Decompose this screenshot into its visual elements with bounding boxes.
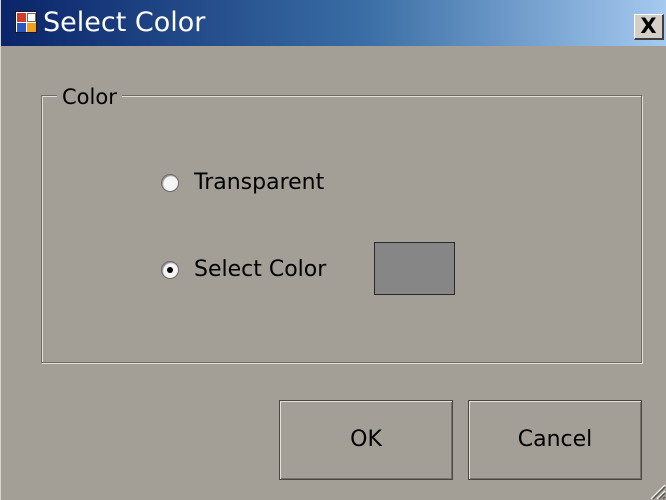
color-palette-icon (15, 11, 37, 33)
select-color-radio[interactable] (161, 261, 179, 279)
transparent-label[interactable]: Transparent (194, 170, 324, 196)
ok-button[interactable]: OK (279, 400, 453, 480)
resize-grip-icon[interactable] (648, 482, 666, 500)
cancel-button[interactable]: Cancel (468, 400, 642, 480)
color-group-label: Color (57, 84, 122, 110)
title-bar[interactable]: Select Color X (1, 0, 666, 46)
close-icon: X (640, 14, 657, 38)
window-title: Select Color (43, 7, 206, 38)
color-swatch[interactable] (374, 242, 455, 295)
color-groupbox (41, 95, 642, 363)
select-color-label[interactable]: Select Color (194, 257, 326, 283)
transparent-radio[interactable] (161, 174, 179, 192)
close-button[interactable]: X (634, 14, 664, 40)
select-color-dialog: Select Color X Color Transparent Select … (0, 0, 666, 500)
